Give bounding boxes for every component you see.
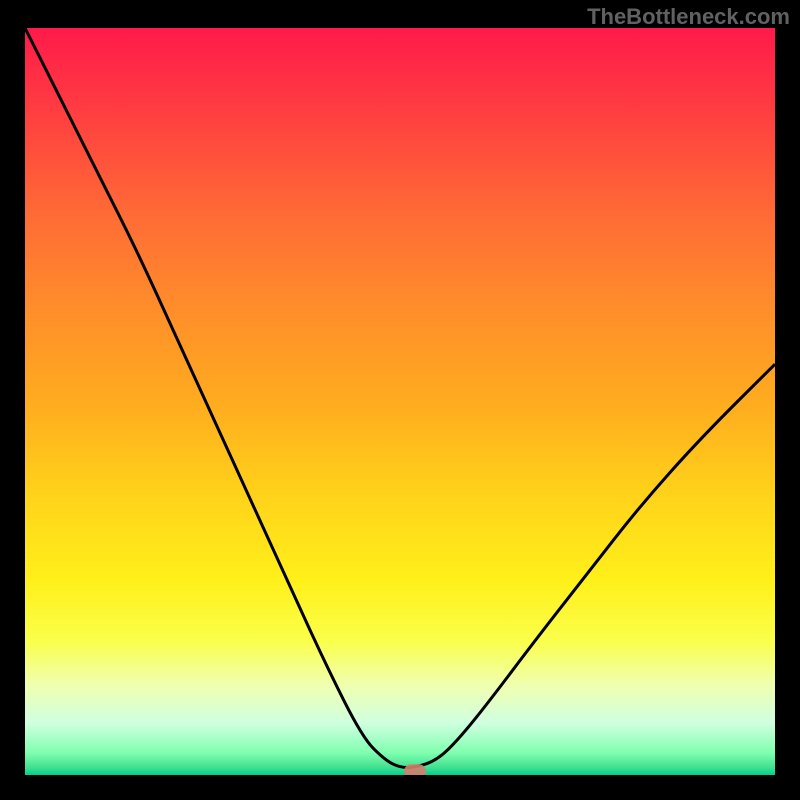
chart-plot-area [25, 28, 775, 775]
minimum-marker [404, 764, 426, 775]
chart-svg [25, 28, 775, 775]
bottleneck-curve [25, 28, 775, 768]
watermark-text: TheBottleneck.com [587, 4, 790, 30]
